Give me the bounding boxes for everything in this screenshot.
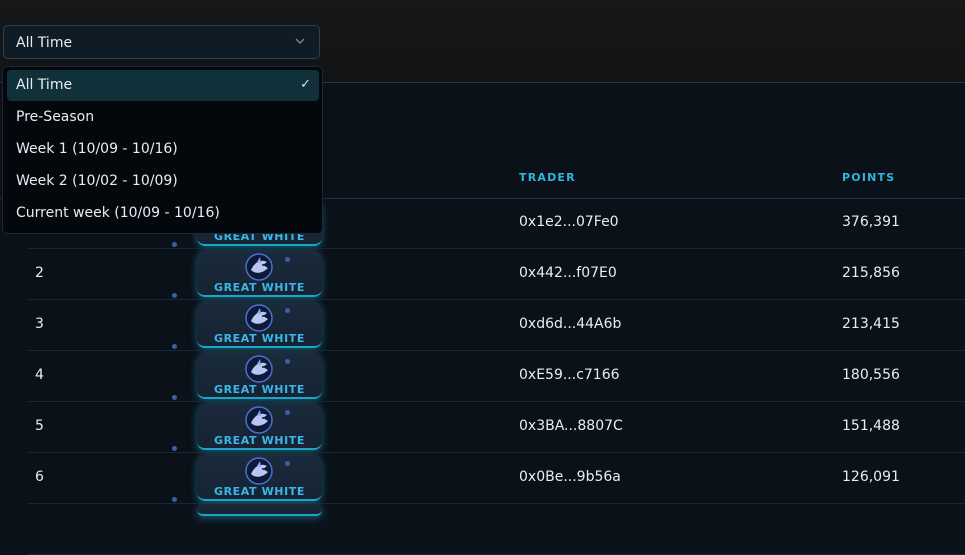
points-cell: 215,856	[842, 265, 900, 281]
points-cell: 376,391	[842, 214, 900, 230]
shark-icon	[245, 406, 273, 434]
table-row[interactable]: 6 GREAT WHITE 0x0Be...9b56a 126,091	[0, 453, 965, 504]
tier-badge: GREAT WHITE	[197, 455, 322, 501]
badge-dot	[285, 308, 290, 313]
decor-dot	[172, 344, 177, 349]
column-header-points[interactable]: POINTS	[842, 171, 895, 184]
tier-badge: GREAT WHITE	[197, 251, 322, 297]
shark-icon	[245, 253, 273, 281]
option-label: All Time	[16, 77, 73, 93]
shark-icon	[245, 355, 273, 383]
shark-icon	[245, 457, 273, 485]
points-cell: 213,415	[842, 316, 900, 332]
tier-badge-label: GREAT WHITE	[213, 332, 306, 345]
decor-dot	[172, 242, 177, 247]
trader-address[interactable]: 0x3BA...8807C	[519, 418, 623, 434]
points-cell: 180,556	[842, 367, 900, 383]
tier-badge: GREAT WHITE	[197, 302, 322, 348]
time-range-select-value: All Time	[16, 35, 73, 51]
option-week-2[interactable]: Week 2 (10/02 - 10/09)	[7, 166, 319, 197]
check-icon: ✓	[300, 77, 311, 92]
table-row[interactable]: 4 GREAT WHITE 0xE59...c7166 180,556	[0, 351, 965, 402]
option-label: Week 2 (10/02 - 10/09)	[16, 173, 178, 189]
rank-cell: 5	[35, 418, 44, 434]
points-cell: 151,488	[842, 418, 900, 434]
tier-badge-label: GREAT WHITE	[213, 383, 306, 396]
badge-dot	[285, 257, 290, 262]
option-label: Week 1 (10/09 - 10/16)	[16, 141, 178, 157]
trader-address[interactable]: 0xE59...c7166	[519, 367, 620, 383]
time-range-dropdown-menu: All Time ✓ Pre-Season Week 1 (10/09 - 10…	[2, 66, 323, 234]
decor-dot	[172, 497, 177, 502]
trader-address[interactable]: 0x442...f07E0	[519, 265, 617, 281]
rank-cell: 6	[35, 469, 44, 485]
tier-badge: GREAT WHITE	[197, 404, 322, 450]
rank-cell: 2	[35, 265, 44, 281]
table-row[interactable]	[0, 504, 965, 555]
tier-badge: GREAT WHITE	[197, 353, 322, 399]
shark-icon	[245, 304, 273, 332]
table-row[interactable]: 5 GREAT WHITE 0x3BA...8807C 151,488	[0, 402, 965, 453]
rank-cell: 4	[35, 367, 44, 383]
table-row[interactable]: 2 GREAT WHITE 0x442...f07E0 215,856	[0, 249, 965, 300]
table-row[interactable]: 3 GREAT WHITE 0xd6d...44A6b 213,415	[0, 300, 965, 351]
chevron-down-icon	[295, 38, 305, 44]
decor-dot	[172, 446, 177, 451]
decor-dot	[172, 395, 177, 400]
trader-address[interactable]: 0x0Be...9b56a	[519, 469, 621, 485]
column-header-trader[interactable]: TRADER	[519, 171, 576, 184]
trader-address[interactable]: 0x1e2...07Fe0	[519, 214, 619, 230]
tier-badge-label: GREAT WHITE	[213, 281, 306, 294]
points-cell: 126,091	[842, 469, 900, 485]
option-current-week[interactable]: Current week (10/09 - 10/16)	[7, 198, 319, 229]
badge-dot	[285, 410, 290, 415]
option-label: Pre-Season	[16, 109, 95, 125]
option-pre-season[interactable]: Pre-Season	[7, 102, 319, 133]
option-all-time[interactable]: All Time ✓	[7, 70, 319, 101]
tier-badge-label: GREAT WHITE	[213, 434, 306, 447]
decor-dot	[172, 293, 177, 298]
tier-badge	[197, 504, 322, 516]
rank-cell: 3	[35, 316, 44, 332]
badge-dot	[285, 359, 290, 364]
badge-dot	[285, 461, 290, 466]
option-week-1[interactable]: Week 1 (10/09 - 10/16)	[7, 134, 319, 165]
time-range-select[interactable]: All Time	[3, 25, 320, 59]
option-label: Current week (10/09 - 10/16)	[16, 205, 220, 221]
trader-address[interactable]: 0xd6d...44A6b	[519, 316, 621, 332]
tier-badge-label: GREAT WHITE	[213, 485, 306, 498]
